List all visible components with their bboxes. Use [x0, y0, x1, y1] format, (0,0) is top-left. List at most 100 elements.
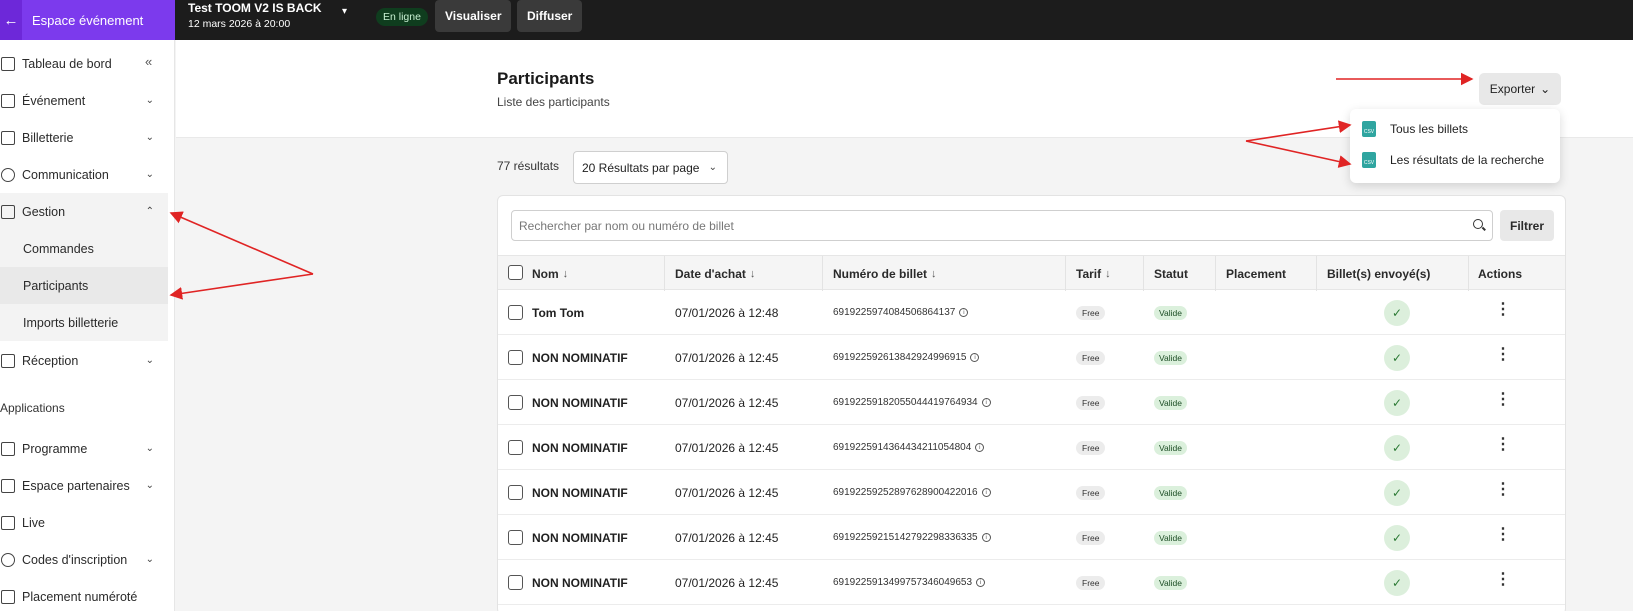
- sidebar-item-label: Placement numéroté: [22, 589, 138, 604]
- sidebar-item-management[interactable]: Gestion ⌃: [0, 193, 168, 230]
- column-divider: [1143, 256, 1144, 291]
- sidebar-item-reception[interactable]: Réception ⌄: [0, 342, 168, 379]
- column-divider: [1468, 256, 1469, 291]
- row-checkbox[interactable]: [508, 440, 523, 455]
- row-checkbox[interactable]: [508, 530, 523, 545]
- more-actions-icon[interactable]: ⋮: [1495, 437, 1511, 453]
- chevron-down-icon[interactable]: ▾: [342, 6, 347, 17]
- brand-area[interactable]: ← Espace événement: [0, 0, 175, 40]
- table-row[interactable]: NON NOMINATIF 07/01/2026 à 12:45 6919225…: [498, 425, 1565, 470]
- sidebar-item-label: Live: [22, 515, 45, 530]
- participant-name: NON NOMINATIF: [532, 440, 628, 455]
- tarif-badge: Free: [1076, 395, 1106, 410]
- sidebar-item-label: Espace partenaires: [22, 478, 130, 493]
- lock-icon: [1, 552, 15, 567]
- sidebar-item-live[interactable]: Live: [0, 504, 168, 541]
- broadcast-button[interactable]: Diffuser: [517, 0, 583, 32]
- row-checkbox[interactable]: [508, 485, 523, 500]
- csv-file-icon: CSV: [1362, 121, 1376, 137]
- more-actions-icon[interactable]: ⋮: [1495, 347, 1511, 363]
- chat-bubble-icon: [1, 167, 15, 182]
- sidebar-item-registration-codes[interactable]: Codes d'inscription ⌄: [0, 541, 168, 578]
- sidebar-item-event[interactable]: Événement ⌄: [0, 82, 168, 119]
- search-placeholder: Rechercher par nom ou numéro de billet: [519, 218, 734, 233]
- sidebar-item-dashboard[interactable]: Tableau de bord: [0, 45, 168, 82]
- participant-name: NON NOMINATIF: [532, 530, 628, 545]
- more-actions-icon[interactable]: ⋮: [1495, 572, 1511, 588]
- export-search-results[interactable]: CSV Les résultats de la recherche: [1362, 147, 1544, 173]
- info-icon[interactable]: i: [959, 308, 969, 317]
- info-icon[interactable]: i: [970, 353, 980, 362]
- tarif-cell: Free: [1076, 335, 1106, 380]
- column-header-name[interactable]: Nom ↓: [532, 256, 568, 291]
- column-header-purchase-date[interactable]: Date d'achat ↓: [675, 256, 755, 291]
- column-header-label: Numéro de billet: [833, 266, 928, 281]
- cast-icon: [1, 515, 15, 530]
- csv-file-icon: CSV: [1362, 152, 1376, 168]
- sidebar-item-label: Gestion: [22, 204, 66, 219]
- sidebar-item-partners[interactable]: Espace partenaires ⌄: [0, 467, 168, 504]
- sidebar-item-label: Billetterie: [22, 130, 74, 145]
- table-row[interactable]: NON NOMINATIF 07/01/2026 à 12:45 6919225…: [498, 470, 1565, 515]
- arrow-to-search-results: [1245, 140, 1352, 168]
- back-arrow-icon[interactable]: ←: [0, 0, 22, 40]
- row-checkbox[interactable]: [508, 305, 523, 320]
- sidebar-item-label: Événement: [22, 93, 86, 108]
- ticket-number-cell: 69192259134997573460496​53 i: [833, 560, 986, 605]
- row-checkbox[interactable]: [508, 395, 523, 410]
- tarif-badge: Free: [1076, 575, 1106, 590]
- chevron-down-icon: ⌄: [145, 443, 154, 454]
- info-icon[interactable]: i: [981, 398, 991, 407]
- more-actions-icon[interactable]: ⋮: [1495, 527, 1511, 543]
- select-all-checkbox[interactable]: [508, 265, 523, 280]
- visualize-button[interactable]: Visualiser: [435, 0, 512, 32]
- row-checkbox[interactable]: [508, 575, 523, 590]
- purchase-date: 07/01/2026 à 12:45: [675, 575, 779, 590]
- sidebar-subitem-orders[interactable]: Commandes: [0, 230, 168, 267]
- sidebar-item-label: Programme: [22, 441, 88, 456]
- column-header-ticket-number[interactable]: Numéro de billet ↓: [833, 256, 937, 291]
- ticket-number: 6919225926138429249969​15: [833, 352, 967, 363]
- table-row[interactable]: Tom Tom 07/01/2026 à 12:48 6919225974084…: [498, 290, 1565, 335]
- tarif-cell: Free: [1076, 380, 1106, 425]
- partner-badge-icon: [1, 478, 15, 493]
- column-header-tarif[interactable]: Tarif ↓: [1076, 256, 1111, 291]
- participant-name: NON NOMINATIF: [532, 350, 628, 365]
- table-row[interactable]: NON NOMINATIF 07/01/2026 à 12:45 6919225…: [498, 380, 1565, 425]
- arrow-to-participants: [169, 273, 314, 300]
- info-icon[interactable]: i: [981, 533, 991, 542]
- status-badge: Valide: [1154, 530, 1187, 545]
- sidebar-subitem-ticket-imports[interactable]: Imports billetterie: [0, 304, 168, 341]
- chevron-down-icon: ⌄: [708, 162, 717, 173]
- table-row[interactable]: NON NOMINATIF 07/01/2026 à 12:45 6919225…: [498, 515, 1565, 560]
- sidebar-subitem-participants[interactable]: Participants: [0, 267, 168, 304]
- search-icon[interactable]: [1473, 219, 1483, 229]
- tarif-badge: Free: [1076, 305, 1106, 320]
- sidebar-item-program[interactable]: Programme ⌄: [0, 430, 168, 467]
- sidebar-item-label: Tableau de bord: [22, 56, 112, 71]
- search-input[interactable]: Rechercher par nom ou numéro de billet: [511, 210, 1493, 241]
- info-icon[interactable]: i: [976, 578, 986, 587]
- participant-name: NON NOMINATIF: [532, 485, 628, 500]
- sidebar-item-seating[interactable]: Placement numéroté: [0, 578, 168, 611]
- filter-button[interactable]: Filtrer: [1500, 210, 1554, 241]
- export-all-tickets[interactable]: CSV Tous les billets: [1362, 116, 1468, 142]
- table-row[interactable]: NON NOMINATIF 07/01/2026 à 12:45 6919225…: [498, 560, 1565, 605]
- sidebar-item-communication[interactable]: Communication ⌄: [0, 156, 168, 193]
- event-title[interactable]: Test TOOM V2 IS BACK: [188, 1, 322, 15]
- export-button[interactable]: Exporter ⌄: [1479, 73, 1561, 105]
- row-checkbox[interactable]: [508, 350, 523, 365]
- per-page-select[interactable]: 20 Résultats par page ⌄: [573, 151, 728, 184]
- chevron-down-icon: ⌄: [1540, 82, 1551, 96]
- more-actions-icon[interactable]: ⋮: [1495, 302, 1511, 318]
- table-row[interactable]: NON NOMINATIF 07/01/2026 à 12:45 6919225…: [498, 335, 1565, 380]
- sidebar-item-label: Réception: [22, 353, 79, 368]
- more-actions-icon[interactable]: ⋮: [1495, 392, 1511, 408]
- more-actions-icon[interactable]: ⋮: [1495, 482, 1511, 498]
- info-icon[interactable]: i: [981, 488, 991, 497]
- sidebar-item-ticketing[interactable]: Billetterie ⌄: [0, 119, 168, 156]
- column-divider: [1316, 256, 1317, 291]
- column-divider: [822, 256, 823, 291]
- arrow-to-gestion: [169, 211, 314, 275]
- info-icon[interactable]: i: [975, 443, 985, 452]
